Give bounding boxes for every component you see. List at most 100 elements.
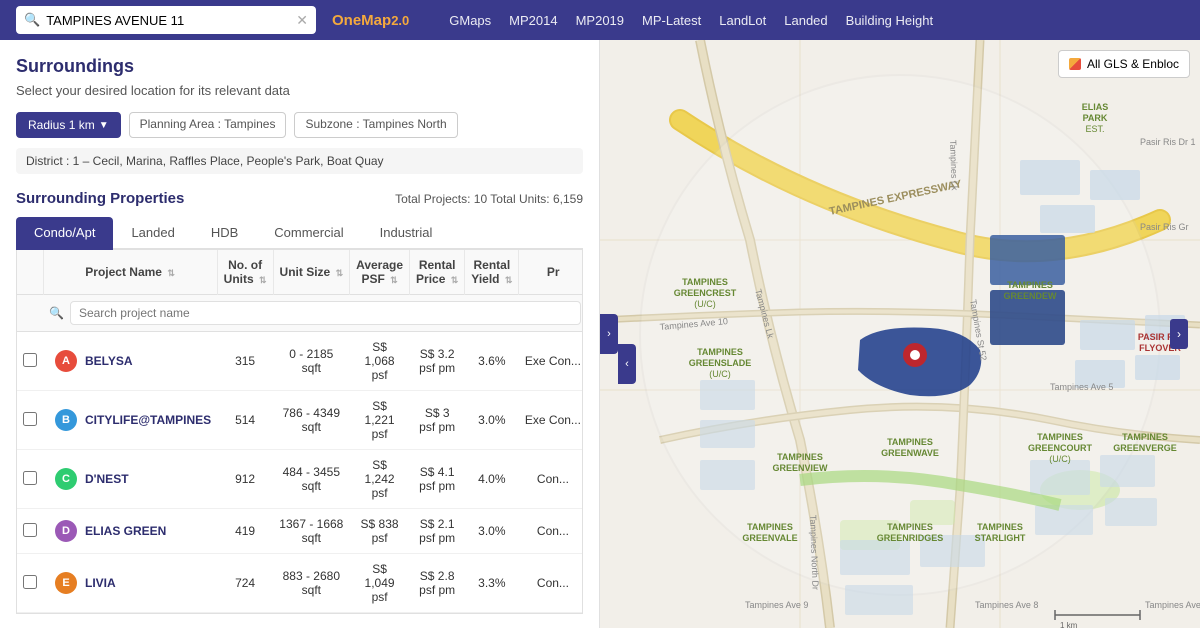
row-rental-yield: 4.0%	[465, 450, 519, 509]
properties-table-wrapper: Project Name ⇅ No. ofUnits ⇅ Unit Size ⇅…	[16, 250, 583, 614]
svg-text:EST.: EST.	[1085, 124, 1104, 134]
header-project-name[interactable]: Project Name ⇅	[43, 250, 217, 295]
svg-text:TAMPINES: TAMPINES	[1007, 280, 1053, 290]
search-input[interactable]	[46, 13, 292, 28]
row-checkbox[interactable]	[23, 575, 37, 589]
header-rental-yield[interactable]: RentalYield ⇅	[465, 250, 519, 295]
subzone-filter[interactable]: Subzone : Tampines North	[294, 112, 457, 138]
map-nav-right[interactable]: ›	[1170, 319, 1188, 349]
project-badge: E	[55, 572, 77, 594]
section-title: Surroundings	[16, 56, 583, 77]
chevron-down-icon: ▼	[99, 120, 109, 131]
nav-landlot[interactable]: LandLot	[719, 13, 766, 28]
project-badge: C	[55, 468, 77, 490]
svg-text:Tampines Lk: Tampines Lk	[948, 140, 960, 191]
svg-text:TAMPINES: TAMPINES	[887, 522, 933, 532]
row-units: 514	[217, 391, 273, 450]
row-checkbox[interactable]	[23, 523, 37, 537]
row-checkbox-cell	[17, 554, 43, 613]
row-checkbox-cell	[17, 332, 43, 391]
nav-landed[interactable]: Landed	[784, 13, 827, 28]
radius-filter[interactable]: Radius 1 km ▼	[16, 112, 121, 138]
row-checkbox[interactable]	[23, 353, 37, 367]
row-units: 724	[217, 554, 273, 613]
row-rental-price: S$ 3 psf pm	[410, 391, 465, 450]
header-pr[interactable]: Pr	[519, 250, 583, 295]
row-rental-yield: 3.3%	[465, 554, 519, 613]
svg-text:TAMPINES: TAMPINES	[977, 522, 1023, 532]
row-checkbox[interactable]	[23, 471, 37, 485]
row-units: 419	[217, 509, 273, 554]
nav-mp2014[interactable]: MP2014	[509, 13, 557, 28]
tab-landed[interactable]: Landed	[113, 217, 192, 250]
row-project-name: D ELIAS GREEN	[43, 509, 217, 554]
collapse-left-button[interactable]: ›	[600, 314, 618, 354]
row-tenure: Con...	[519, 554, 583, 613]
planning-area-filter[interactable]: Planning Area : Tampines	[129, 112, 287, 138]
properties-table: Project Name ⇅ No. ofUnits ⇅ Unit Size ⇅…	[17, 250, 583, 613]
header-unit-size[interactable]: Unit Size ⇅	[273, 250, 350, 295]
row-tenure: Con...	[519, 509, 583, 554]
row-project-name: B CITYLIFE@TAMPINES	[43, 391, 217, 450]
svg-text:Tampines Ave 9: Tampines Ave 9	[745, 600, 808, 610]
svg-text:GREENVALE: GREENVALE	[742, 533, 797, 543]
svg-text:GREENWAVE: GREENWAVE	[881, 448, 939, 458]
svg-text:Tampines Ave 8: Tampines Ave 8	[975, 600, 1038, 610]
row-tenure: Exe Con...	[519, 391, 583, 450]
row-tenure: Con...	[519, 450, 583, 509]
tab-industrial[interactable]: Industrial	[362, 217, 451, 250]
expand-right-button[interactable]: ‹	[618, 344, 636, 384]
sort-icon: ⇅	[451, 275, 459, 285]
table-row: B CITYLIFE@TAMPINES 514 786 - 4349 sqft …	[17, 391, 583, 450]
nav-building-height[interactable]: Building Height	[846, 13, 933, 28]
project-badge: B	[55, 409, 77, 431]
main-content: Surroundings Select your desired locatio…	[0, 40, 1200, 628]
gls-icon	[1069, 58, 1081, 70]
table-row: E LIVIA 724 883 - 2680 sqft S$ 1,049 psf…	[17, 554, 583, 613]
svg-text:1 km: 1 km	[1060, 621, 1078, 628]
header-rental-price[interactable]: RentalPrice ⇅	[410, 250, 465, 295]
svg-text:TAMPINES: TAMPINES	[1122, 432, 1168, 442]
sort-icon: ⇅	[259, 275, 267, 285]
table-body: A BELYSA 315 0 - 2185 sqft S$ 1,068 psf …	[17, 332, 583, 613]
nav-mp2019[interactable]: MP2019	[576, 13, 624, 28]
row-checkbox[interactable]	[23, 412, 37, 426]
header-checkbox	[17, 250, 43, 295]
tab-hdb[interactable]: HDB	[193, 217, 256, 250]
filter-badges: Radius 1 km ▼ Planning Area : Tampines S…	[16, 112, 583, 138]
tab-commercial[interactable]: Commercial	[256, 217, 361, 250]
map-panel: All GLS & Enbloc › ‹ TAMPINES EXPRESSWAY	[600, 40, 1200, 628]
gls-enbloc-button[interactable]: All GLS & Enbloc	[1058, 50, 1190, 78]
search-bar[interactable]: 🔍 ✕	[16, 6, 316, 34]
svg-text:TAMPINES: TAMPINES	[697, 347, 743, 357]
row-unit-size: 0 - 2185 sqft	[273, 332, 350, 391]
row-avg-psf: S$ 1,049 psf	[350, 554, 410, 613]
nav-gmaps[interactable]: GMaps	[449, 13, 491, 28]
header-avg-psf[interactable]: AveragePSF ⇅	[350, 250, 410, 295]
row-unit-size: 786 - 4349 sqft	[273, 391, 350, 450]
row-rental-price: S$ 2.1 psf pm	[410, 509, 465, 554]
clear-icon[interactable]: ✕	[296, 12, 308, 29]
tab-condo-apt[interactable]: Condo/Apt	[16, 217, 113, 250]
svg-text:TAMPINES: TAMPINES	[887, 437, 933, 447]
svg-text:TAMPINES: TAMPINES	[682, 277, 728, 287]
properties-total: Total Projects: 10 Total Units: 6,159	[395, 192, 583, 206]
svg-text:GREENVERGE: GREENVERGE	[1113, 443, 1177, 453]
table-search-input[interactable]	[70, 301, 581, 325]
search-icon: 🔍	[24, 12, 40, 28]
svg-text:(U/C): (U/C)	[694, 299, 716, 309]
table-row: D ELIAS GREEN 419 1367 - 1668 sqft S$ 83…	[17, 509, 583, 554]
row-avg-psf: S$ 838 psf	[350, 509, 410, 554]
row-avg-psf: S$ 1,242 psf	[350, 450, 410, 509]
nav-mp-latest[interactable]: MP-Latest	[642, 13, 701, 28]
gls-label: All GLS & Enbloc	[1087, 57, 1179, 71]
row-checkbox-cell	[17, 509, 43, 554]
table-search-icon: 🔍	[49, 306, 64, 320]
header-units[interactable]: No. ofUnits ⇅	[217, 250, 273, 295]
row-project-name: E LIVIA	[43, 554, 217, 613]
svg-text:GREENCREST: GREENCREST	[674, 288, 737, 298]
row-units: 315	[217, 332, 273, 391]
row-rental-price: S$ 2.8 psf pm	[410, 554, 465, 613]
svg-text:(U/C): (U/C)	[1049, 454, 1071, 464]
row-rental-price: S$ 3.2 psf pm	[410, 332, 465, 391]
